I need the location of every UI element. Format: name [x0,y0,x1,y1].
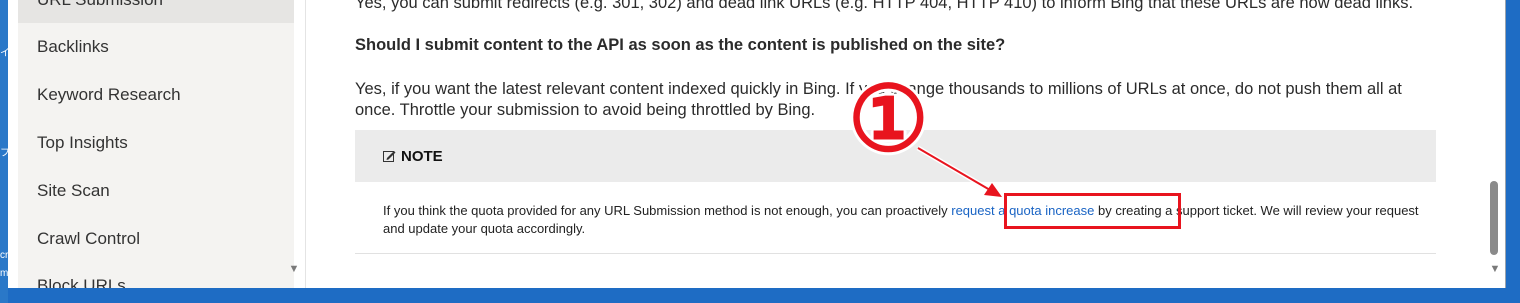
sidebar-item-keyword-research[interactable]: Keyword Research [18,72,294,118]
scrollbar-thumb[interactable] [1490,181,1498,255]
triangle-down-icon[interactable]: ▼ [1488,262,1502,276]
sidebar-item-site-scan[interactable]: Site Scan [18,168,294,214]
desktop-icon-label: イ [0,48,8,59]
desktop-icon-label: フ [0,148,8,159]
faq-question: Should I submit content to the API as so… [355,36,1006,54]
sidebar-item-label: Keyword Research [37,85,181,104]
browser-window: URL Submission Backlinks Keyword Researc… [8,0,1506,288]
sidebar-item-label: Backlinks [37,37,109,56]
note-title: NOTE [401,147,443,165]
annotation-number: ① [848,66,929,172]
sidebar-item-label: Block URLs [37,276,126,288]
sidebar-item-label: URL Submission [37,0,163,10]
sidebar-item-top-insights[interactable]: Top Insights [18,120,294,166]
triangle-down-icon[interactable]: ▼ [287,262,301,276]
desktop-background: イ フ cr ma [0,0,8,303]
edit-icon [383,151,396,162]
note-text-before: If you think the quota provided for any … [383,203,952,218]
sidebar-nav: URL Submission Backlinks Keyword Researc… [18,0,294,288]
sidebar-item-backlinks[interactable]: Backlinks [18,24,294,70]
sidebar-item-block-urls[interactable]: Block URLs [18,263,294,288]
desktop-icon-label: cr [0,250,8,261]
sidebar-item-crawl-control[interactable]: Crawl Control [18,216,294,262]
sidebar-item-url-submission[interactable]: URL Submission [18,0,294,23]
note-text: If you think the quota provided for any … [383,202,1423,238]
desktop-icon-label: ma [0,268,8,279]
paragraph: once. Throttle your submission to avoid … [355,101,816,119]
paragraph: Yes, you can submit redirects (e.g. 301,… [355,0,1414,12]
sidebar-item-label: Top Insights [37,133,128,152]
sidebar-item-label: Crawl Control [37,229,140,248]
sidebar-item-label: Site Scan [37,181,110,200]
annotation-highlight-box [1004,193,1181,229]
